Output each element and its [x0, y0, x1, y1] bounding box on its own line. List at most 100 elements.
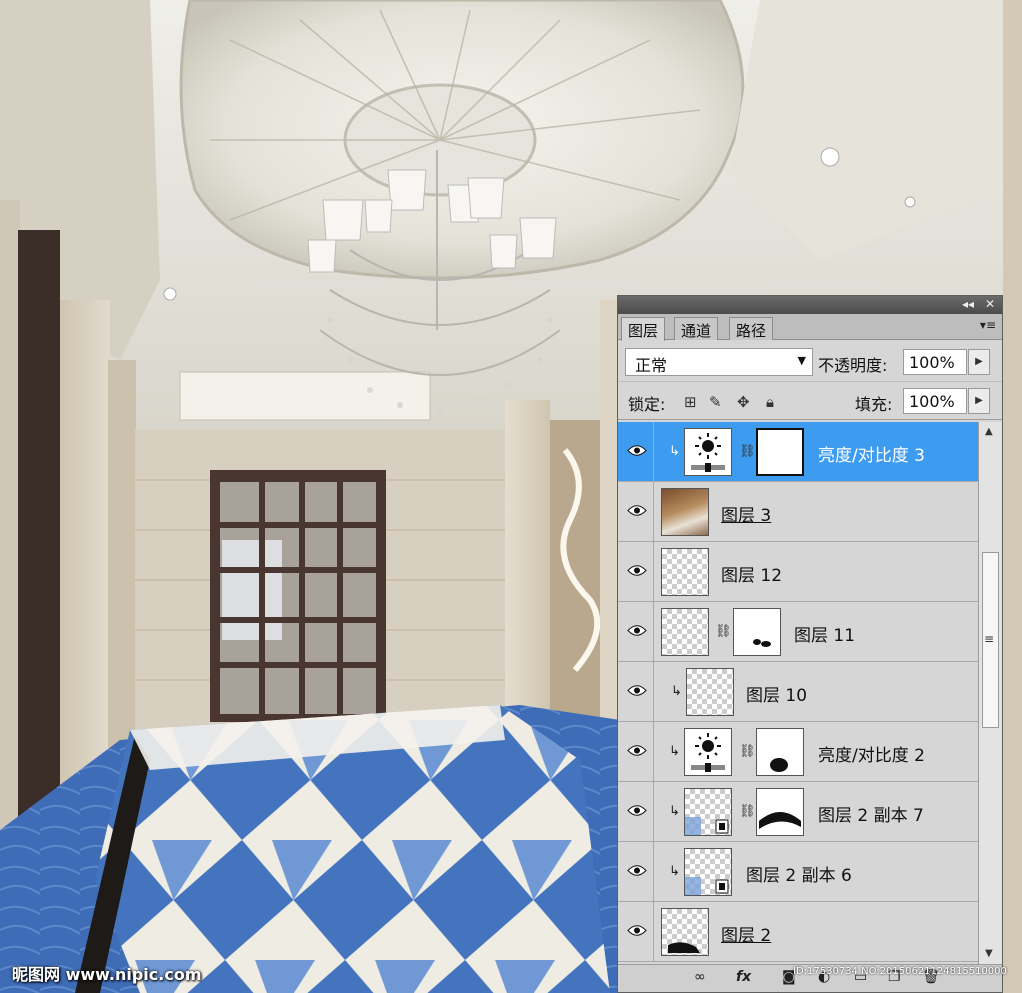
layer-row-layer-3[interactable]: 图层 3	[618, 482, 978, 542]
eye-icon	[627, 445, 647, 456]
blend-row: 正常 ▼ 不透明度: 100% ▶	[618, 342, 1002, 382]
clip-arrow-icon: ↳	[669, 864, 680, 879]
eye-icon	[627, 625, 647, 636]
layer-name[interactable]: 图层 2 副本 7	[818, 801, 924, 826]
layer-name[interactable]: 图层 12	[721, 561, 782, 586]
visibility-toggle[interactable]	[618, 662, 654, 721]
image-id-text: ID:17530734 NO:20150621124815510000	[793, 966, 1007, 977]
layer-name[interactable]: 亮度/对比度 2	[818, 741, 925, 766]
blend-mode-value: 正常	[635, 356, 668, 375]
layer-row-layer-2-copy-6[interactable]: ↳ 图层 2 副本 6	[618, 842, 978, 902]
grip-icon: ≡	[984, 632, 995, 646]
layer-thumbnail[interactable]	[661, 548, 709, 596]
watermark-text: 昵图网 www.nipic.com	[12, 965, 202, 984]
layer-row-layer-10[interactable]: ↳ 图层 10	[618, 662, 978, 722]
scroll-up-arrow-icon[interactable]: ▲	[985, 426, 993, 437]
layer-thumbnail[interactable]	[684, 848, 732, 896]
layer-thumbnail[interactable]	[661, 488, 709, 536]
collapse-panel-button[interactable]: ◂◂	[962, 297, 974, 312]
layer-row-brightness-contrast-3[interactable]: ↳ ⛓ 亮度/对比度 3	[618, 422, 978, 482]
layer-row-layer-11[interactable]: ⛓ 图层 11	[618, 602, 978, 662]
panel-menu-icon[interactable]: ▾≡	[980, 318, 996, 332]
layer-shape-preview	[668, 942, 700, 953]
layer-row-layer-2[interactable]: 图层 2	[618, 902, 978, 962]
layer-thumbnail[interactable]	[661, 608, 709, 656]
lock-row: 锁定: ⊞ ✎ ✥ 🔒︎ 填充: 100% ▶	[618, 384, 1002, 420]
layer-thumbnail[interactable]	[686, 668, 734, 716]
layer-row-layer-12[interactable]: 图层 12	[618, 542, 978, 602]
smart-object-icon	[685, 817, 729, 835]
layer-name[interactable]: 图层 2	[721, 921, 771, 946]
tab-paths[interactable]: 路径	[729, 317, 774, 340]
visibility-toggle[interactable]	[618, 722, 654, 781]
chain-link-icon[interactable]: ⛓	[739, 444, 756, 459]
layers-scrollbar[interactable]: ▲ ≡ ▼	[978, 422, 1002, 964]
mask-spots	[753, 639, 771, 647]
layer-mask-thumbnail[interactable]	[756, 728, 804, 776]
layers-list: ↳ ⛓ 亮度/对比度 3 图层 3 图层 12 ⛓ 图层 11 ↳ 图层 10 …	[618, 422, 978, 964]
chain-link-icon[interactable]: ⛓	[739, 804, 756, 819]
layer-name[interactable]: 图层 3	[721, 501, 771, 526]
layer-name[interactable]: 亮度/对比度 3	[818, 441, 925, 466]
clip-arrow-icon: ↳	[669, 744, 680, 759]
eye-icon	[627, 745, 647, 756]
mask-blob	[770, 758, 788, 772]
tab-layers[interactable]: 图层	[621, 317, 666, 341]
layer-name[interactable]: 图层 2 副本 6	[746, 861, 852, 886]
visibility-toggle[interactable]	[618, 842, 654, 901]
layers-panel: ◂◂ ✕ 图层 通道 路径 ▾≡ 正常 ▼ 不透明度: 100% ▶ 锁定: ⊞…	[617, 295, 1003, 993]
brightness-contrast-icon	[691, 433, 725, 472]
lock-all-icon[interactable]: 🔒︎	[766, 394, 774, 410]
eye-icon	[627, 505, 647, 516]
visibility-toggle[interactable]	[618, 422, 654, 481]
visibility-toggle[interactable]	[618, 782, 654, 841]
opacity-field[interactable]: 100%	[903, 349, 967, 375]
mask-arc	[759, 812, 801, 829]
clip-arrow-icon: ↳	[669, 804, 680, 819]
blend-mode-select[interactable]: 正常 ▼	[625, 348, 813, 376]
chain-link-icon[interactable]: ⛓	[715, 624, 732, 639]
link-icon[interactable]: ∞	[694, 969, 706, 985]
fill-label: 填充:	[855, 395, 893, 414]
opacity-label: 不透明度:	[818, 356, 888, 375]
eye-icon	[627, 685, 647, 696]
dropdown-arrow-icon: ▼	[797, 354, 806, 367]
layer-mask-thumbnail[interactable]	[733, 608, 781, 656]
panel-tabs: 图层 通道 路径 ▾≡	[618, 314, 1002, 341]
adjustment-thumbnail[interactable]	[684, 428, 732, 476]
layer-thumbnail[interactable]	[661, 908, 709, 956]
tab-channels[interactable]: 通道	[674, 317, 719, 340]
adjustment-thumbnail[interactable]	[684, 728, 732, 776]
panel-titlebar[interactable]: ◂◂ ✕	[618, 296, 1002, 314]
layer-mask-thumbnail[interactable]	[756, 428, 804, 476]
eye-icon	[627, 565, 647, 576]
fx-icon[interactable]: fx	[736, 969, 751, 985]
eye-icon	[627, 865, 647, 876]
visibility-toggle[interactable]	[618, 542, 654, 601]
layer-mask-thumbnail[interactable]	[756, 788, 804, 836]
layer-row-brightness-contrast-2[interactable]: ↳ ⛓ 亮度/对比度 2	[618, 722, 978, 782]
smart-object-icon	[685, 877, 729, 895]
lock-transparency-icon[interactable]: ⊞	[684, 394, 697, 410]
fill-slider-button[interactable]: ▶	[968, 388, 990, 414]
fill-field[interactable]: 100%	[903, 388, 967, 414]
eye-icon	[627, 925, 647, 936]
visibility-toggle[interactable]	[618, 602, 654, 661]
scroll-down-arrow-icon[interactable]: ▼	[985, 948, 993, 959]
visibility-toggle[interactable]	[618, 482, 654, 541]
opacity-slider-button[interactable]: ▶	[968, 349, 990, 375]
close-panel-button[interactable]: ✕	[985, 297, 995, 312]
lock-position-icon[interactable]: ✥	[737, 394, 750, 410]
lock-label: 锁定:	[628, 395, 666, 414]
clip-arrow-icon: ↳	[669, 444, 680, 459]
clip-arrow-icon: ↳	[671, 684, 682, 699]
layer-thumbnail[interactable]	[684, 788, 732, 836]
layer-row-layer-2-copy-7[interactable]: ↳ ⛓ 图层 2 副本 7	[618, 782, 978, 842]
chain-link-icon[interactable]: ⛓	[739, 744, 756, 759]
visibility-toggle[interactable]	[618, 902, 654, 961]
lock-pixels-icon[interactable]: ✎	[709, 394, 722, 410]
brightness-contrast-icon	[691, 733, 725, 772]
eye-icon	[627, 805, 647, 816]
layer-name[interactable]: 图层 11	[794, 621, 855, 646]
layer-name[interactable]: 图层 10	[746, 681, 807, 706]
